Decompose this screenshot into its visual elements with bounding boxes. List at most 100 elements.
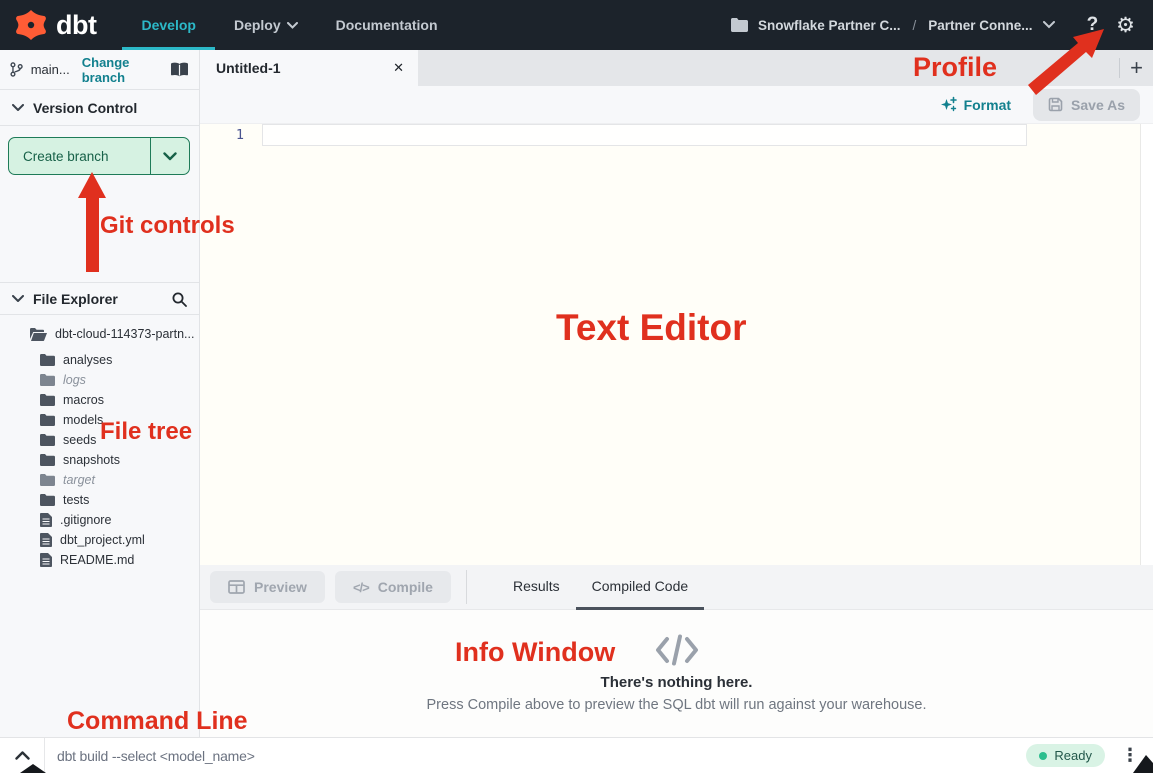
change-branch-link[interactable]: Change branch (82, 55, 162, 85)
folder-icon (40, 474, 55, 486)
save-as-label: Save As (1071, 97, 1125, 113)
create-branch-label[interactable]: Create branch (9, 138, 150, 174)
folder-icon (40, 374, 55, 386)
file-explorer-header[interactable]: File Explorer (0, 282, 199, 315)
version-control-header[interactable]: Version Control (0, 90, 199, 126)
brand-name: dbt (56, 10, 96, 41)
empty-state-title: There's nothing here. (601, 674, 753, 691)
sparkles-icon (940, 96, 957, 113)
table-icon (228, 580, 245, 594)
info-window: Preview </> Compile Results Compiled Cod… (200, 565, 1153, 737)
preview-button[interactable]: Preview (210, 571, 325, 603)
folder-icon (40, 494, 55, 506)
search-icon[interactable] (171, 291, 187, 307)
folder-open-icon (30, 328, 47, 341)
chevron-up-icon[interactable] (0, 738, 45, 773)
info-window-header: Preview </> Compile Results Compiled Cod… (200, 565, 1153, 610)
tree-item-label: README.md (60, 553, 134, 567)
tab-label: Untitled-1 (216, 60, 393, 76)
chevron-down-icon (12, 295, 24, 303)
save-icon (1048, 97, 1063, 112)
tree-item-label: seeds (63, 433, 96, 447)
sidebar: main... Change branch Version Control Cr… (0, 50, 200, 737)
status-dot (1039, 752, 1047, 760)
tree-item[interactable]: tests (0, 490, 199, 510)
gear-icon[interactable]: ⚙ (1116, 13, 1135, 38)
format-label: Format (964, 97, 1011, 113)
compiled-code-label: Compiled Code (592, 578, 689, 594)
tab-untitled-1[interactable]: Untitled-1 ✕ (200, 50, 418, 86)
tab-compiled-code[interactable]: Compiled Code (576, 565, 705, 610)
file-icon (40, 513, 52, 527)
tree-item-label: logs (63, 373, 86, 387)
compile-label: Compile (378, 579, 433, 595)
close-icon[interactable]: ✕ (393, 60, 404, 76)
editor-surface[interactable] (200, 124, 1153, 565)
tab-strip-filler (418, 50, 1119, 86)
nav-documentation-label: Documentation (336, 17, 438, 33)
tree-item[interactable]: analyses (0, 350, 199, 370)
compile-button[interactable]: </> Compile (335, 571, 451, 603)
create-branch-button[interactable]: Create branch (8, 137, 190, 175)
nav-documentation[interactable]: Documentation (317, 0, 457, 50)
preview-label: Preview (254, 579, 307, 595)
dbt-logo-icon (14, 8, 48, 42)
connection-name[interactable]: Partner Conne... (928, 18, 1032, 33)
current-branch[interactable]: main... (31, 62, 70, 77)
tree-item-label: target (63, 473, 95, 487)
version-control-title: Version Control (33, 100, 137, 116)
file-tree: dbt-cloud-114373-partn... analyses (0, 322, 199, 570)
project-name[interactable]: Snowflake Partner C... (758, 18, 901, 33)
dbt-logo[interactable]: dbt (0, 0, 122, 50)
tree-item[interactable]: dbt-cloud-114373-partn... (0, 322, 199, 346)
nav-deploy[interactable]: Deploy (215, 0, 317, 50)
tree-item[interactable]: models (0, 410, 199, 430)
nav-develop-label: Develop (141, 17, 195, 33)
nav-deploy-label: Deploy (234, 17, 281, 33)
tree-item[interactable]: dbt_project.yml (0, 530, 199, 550)
save-as-button[interactable]: Save As (1033, 89, 1140, 121)
branch-bar: main... Change branch (0, 50, 199, 90)
tree-item-label: dbt-cloud-114373-partn... (55, 327, 194, 341)
empty-state: There's nothing here. Press Compile abov… (200, 610, 1153, 737)
new-tab-button[interactable]: + (1120, 50, 1153, 86)
dbt-cloud-ide: dbt Develop Deploy Documentation Snowfla… (0, 0, 1153, 773)
command-input[interactable] (45, 748, 1026, 764)
chevron-down-icon (287, 22, 298, 29)
path-separator: / (911, 18, 919, 33)
docs-book-icon[interactable] (170, 62, 189, 77)
chevron-down-icon (12, 104, 24, 112)
tree-item[interactable]: macros (0, 390, 199, 410)
folder-icon (40, 434, 55, 446)
results-label: Results (513, 578, 560, 594)
top-header: dbt Develop Deploy Documentation Snowfla… (0, 0, 1153, 50)
tree-item-label: analyses (63, 353, 112, 367)
file-icon (40, 533, 52, 547)
tree-item[interactable]: .gitignore (0, 510, 199, 530)
status-badge: Ready (1026, 744, 1105, 767)
text-editor[interactable]: 1 (200, 124, 1153, 565)
tree-item[interactable]: seeds (0, 430, 199, 450)
folder-icon (40, 454, 55, 466)
kebab-menu-icon[interactable]: ⋮ (1119, 745, 1153, 766)
tree-item[interactable]: logs (0, 370, 199, 390)
tree-item[interactable]: snapshots (0, 450, 199, 470)
tab-results[interactable]: Results (497, 565, 576, 610)
tree-item[interactable]: README.md (0, 550, 199, 570)
help-button[interactable]: ? (1065, 14, 1107, 36)
file-icon (40, 553, 52, 567)
code-brackets-icon (654, 634, 700, 666)
code-icon: </> (353, 580, 369, 595)
create-branch-caret[interactable] (150, 138, 189, 174)
format-button[interactable]: Format (940, 96, 1011, 113)
tab-strip: Untitled-1 ✕ + (200, 50, 1153, 86)
tree-item-label: tests (63, 493, 89, 507)
editor-panel: Untitled-1 ✕ + Format (200, 50, 1153, 737)
tree-item-label: .gitignore (60, 513, 111, 527)
tree-item-label: macros (63, 393, 104, 407)
pane-divider (466, 570, 467, 604)
chevron-down-icon[interactable] (1043, 21, 1055, 29)
tree-item[interactable]: target (0, 470, 199, 490)
nav-develop[interactable]: Develop (122, 0, 214, 50)
editor-scrollbar-gutter[interactable] (1140, 124, 1153, 565)
